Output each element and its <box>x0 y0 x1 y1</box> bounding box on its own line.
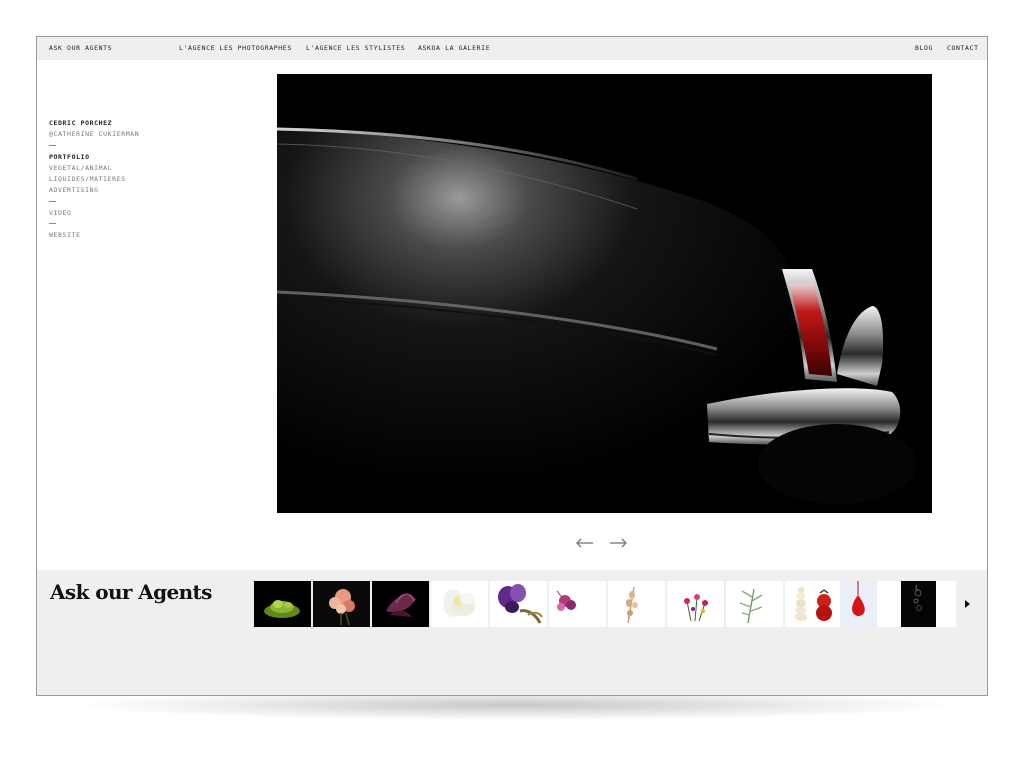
sidebar-item-liquides-matieres[interactable]: LIQUIDES/MATIERES <box>49 174 189 185</box>
thumbnail[interactable] <box>667 581 724 627</box>
brand-link[interactable]: ASK OUR AGENTS <box>49 44 112 52</box>
sidebar: CEDRIC PORCHEZ @CATHERINE CUKIERMAN PORT… <box>49 118 189 241</box>
divider <box>49 200 56 202</box>
top-nav-bar: ASK OUR AGENTS L'AGENCE LES PHOTOGRAPHES… <box>37 37 987 60</box>
triangle-right-icon[interactable] <box>962 594 972 614</box>
thumbnail[interactable] <box>785 581 840 627</box>
footer: Ask our Agents <box>37 570 987 695</box>
thumbnail[interactable] <box>549 581 606 627</box>
thumbnail[interactable] <box>254 581 311 627</box>
thumbnail-strip <box>254 581 956 627</box>
logo[interactable]: Ask our Agents <box>50 580 212 604</box>
thumbnail[interactable] <box>877 581 901 627</box>
nav-link-contact[interactable]: CONTACT <box>947 44 979 52</box>
nav-link-blog[interactable]: BLOG <box>915 44 933 52</box>
nav-link-galerie[interactable]: ASKOA LA GALERIE <box>418 44 490 52</box>
gallery-arrows <box>575 535 631 551</box>
thumbnail[interactable] <box>431 581 488 627</box>
thumbnail[interactable] <box>313 581 370 627</box>
divider <box>49 223 56 225</box>
sidebar-item-vegetal-animal[interactable]: VEGETAL/ANIMAL <box>49 163 189 174</box>
thumbnail[interactable] <box>842 581 875 627</box>
thumbnail[interactable] <box>372 581 429 627</box>
divider <box>49 144 56 146</box>
thumbnail[interactable] <box>726 581 783 627</box>
sidebar-item-advertising[interactable]: ADVERTISING <box>49 185 189 196</box>
nav-link-stylistes[interactable]: L'AGENCE LES STYLISTES <box>306 44 405 52</box>
agent-link[interactable]: @CATHERINE CUKIERMAN <box>49 129 189 140</box>
arrow-left-icon[interactable] <box>575 535 595 551</box>
nav-link-photographes[interactable]: L'AGENCE LES PHOTOGRAPHES <box>179 44 292 52</box>
main-photo[interactable] <box>277 74 932 513</box>
car-photo <box>277 74 932 513</box>
browser-page: ASK OUR AGENTS L'AGENCE LES PHOTOGRAPHES… <box>36 36 988 696</box>
thumbnail[interactable] <box>490 581 547 627</box>
thumbnail[interactable] <box>608 581 665 627</box>
sidebar-item-website[interactable]: WEBSITE <box>49 230 189 241</box>
thumbnail[interactable] <box>936 581 956 627</box>
arrow-right-icon[interactable] <box>608 535 628 551</box>
thumbnail[interactable] <box>901 581 936 627</box>
sidebar-item-video[interactable]: VIDEO <box>49 208 189 219</box>
portfolio-heading[interactable]: PORTFOLIO <box>49 152 189 163</box>
photographer-name[interactable]: CEDRIC PORCHEZ <box>49 118 189 129</box>
